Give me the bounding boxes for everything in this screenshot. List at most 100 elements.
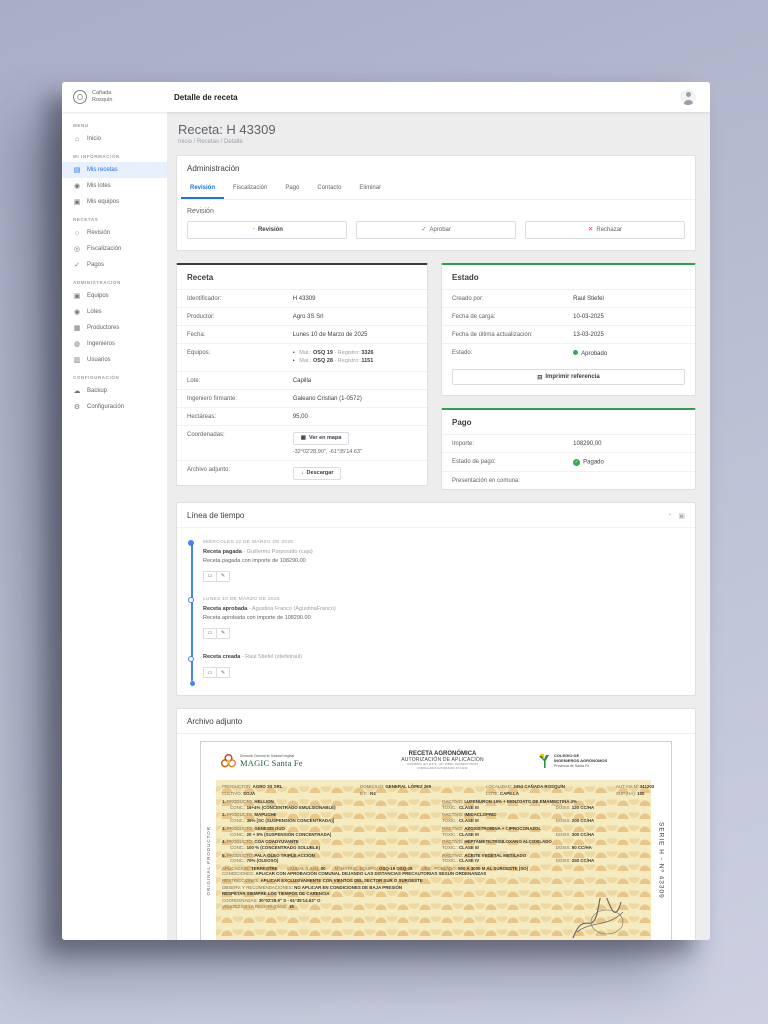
copy-icon[interactable]: ▣ xyxy=(678,512,685,520)
status-badge: Aprobado xyxy=(573,350,607,357)
page-title: Receta: H 43309 xyxy=(178,122,696,137)
sidebar-item-lotes[interactable]: ◉ Lotes xyxy=(62,304,167,320)
tab-fiscalizacion[interactable]: Fiscalización xyxy=(224,180,276,199)
comment-button[interactable]: ▭ xyxy=(203,667,217,678)
row-estado: Estado: Aprobado xyxy=(442,343,695,362)
hectareas-value: 95,00 xyxy=(293,414,308,420)
topbar: CañadaRosquín Detalle de receta xyxy=(62,82,710,112)
truck-icon: ▣ xyxy=(73,293,81,300)
timeline-dot-icon xyxy=(188,656,194,662)
attachment-title: Archivo adjunto xyxy=(177,709,695,734)
equipo-item: Mat.: OSQ 28 - Registro: 1151 xyxy=(293,358,374,364)
brand[interactable]: CañadaRosquín xyxy=(62,90,162,104)
timeline-end-dot-icon xyxy=(190,681,195,686)
timeline-title: Línea de tiempo xyxy=(187,511,244,520)
sidebar-item-inicio[interactable]: ⌂ Inicio xyxy=(62,131,167,147)
sidebar-item-productores[interactable]: ▦ Productores xyxy=(62,320,167,336)
magic-flower-logo-icon xyxy=(220,753,237,770)
sidebar-item-fiscalizacion[interactable]: ◎ Fiscalización xyxy=(62,241,167,257)
row-presentacion: Presentación en comuna: xyxy=(442,471,695,489)
attached-document: ORIGINAL PRODUCTOR xyxy=(200,741,672,941)
paid-check-icon: ✓ xyxy=(573,459,580,466)
sidebar-item-revision[interactable]: ○ Revisión xyxy=(62,225,167,241)
gear-icon: ⚙ xyxy=(73,404,81,411)
attachment-card: Archivo adjunto ORIGINAL PRODUCTOR xyxy=(176,708,696,941)
sidebar-item-mis-lotes[interactable]: ◉ Mis lotes xyxy=(62,178,167,194)
timeline-event: Receta creada xyxy=(203,654,240,660)
creado-por-value: Raul Stiefel xyxy=(573,296,604,302)
timeline-entry: MIÉRCOLES 12 DE MARZO DE 2025 Receta pag… xyxy=(203,540,685,582)
row-lote: Lote: Capilla xyxy=(177,371,427,389)
receta-card-title: Receta xyxy=(177,265,427,289)
place-icon: ◉ xyxy=(73,183,81,190)
doc-products: 1. PRODUCTO: HELLION CONC.: 16+4% (CONCE… xyxy=(222,799,645,864)
fecha-actualizacion-value: 13-03-2025 xyxy=(573,332,604,338)
timeline-date: LUNES 10 DE MARZO DE 2025 xyxy=(203,597,685,602)
user-avatar[interactable] xyxy=(680,89,696,105)
brand-logo-icon xyxy=(73,90,87,104)
doc-product-row: 3. PRODUCTO: GENESIS DUO CONC.: 20 + 8% … xyxy=(222,826,645,838)
edit-button[interactable]: ✎ xyxy=(216,571,230,582)
sidebar-item-ingenieros[interactable]: ◍ Ingenieros xyxy=(62,336,167,352)
comment-button[interactable]: ▭ xyxy=(203,571,217,582)
people-icon: ▥ xyxy=(73,357,81,364)
truck-icon: ▣ xyxy=(73,199,81,206)
doc-product-row: 1. PRODUCTO: HELLION CONC.: 16+4% (CONCE… xyxy=(222,799,645,811)
approve-button[interactable]: ✓ Aprobar xyxy=(356,221,516,239)
doc-fineprint: CONVENIO LEY 11273 - LEY 10838 - DECRETO… xyxy=(348,763,537,770)
timeline-author: - Raul Stiefel (stiefelraul) xyxy=(242,654,302,660)
fecha-value: Lunes 10 de Marzo de 2025 xyxy=(293,332,368,338)
download-button[interactable]: ↓ Descargar xyxy=(293,467,342,480)
timeline-author: - Guillermo Porporatto (caja) xyxy=(243,549,312,555)
revision-button[interactable]: ◔ Revisión xyxy=(187,221,347,239)
radio-icon: ◎ xyxy=(73,246,81,253)
breadcrumb[interactable]: Inicio / Recetas / Detalle xyxy=(178,139,696,145)
sidebar-section-mi-informacion: MI INFORMACIÓN xyxy=(62,147,167,162)
edit-icon: ✎ xyxy=(221,573,225,579)
tab-eliminar[interactable]: Eliminar xyxy=(350,180,390,199)
sidebar-item-pagos[interactable]: ✓ Pagos xyxy=(62,257,167,273)
tab-pago[interactable]: Pago xyxy=(276,180,308,199)
place-icon: ◉ xyxy=(73,309,81,316)
timeline-entry: LUNES 10 DE MARZO DE 2025 Receta aprobad… xyxy=(203,597,685,639)
main-content: Receta: H 43309 Inicio / Recetas / Detal… xyxy=(168,112,710,940)
doc-college: COLEGIO DE INGENIEROS AGRÓNOMOS Provinci… xyxy=(554,753,607,769)
print-reference-button[interactable]: ⊟ Imprimir referencia xyxy=(452,369,685,385)
sidebar-item-mis-equipos[interactable]: ▣ Mis equipos xyxy=(62,194,167,210)
equipo-item: Mat.: OSQ 19 - Registro: 3326 xyxy=(293,350,374,356)
view-map-button[interactable]: ▦ Ver en mapa xyxy=(293,432,350,445)
edit-button[interactable]: ✎ xyxy=(216,628,230,639)
row-hectareas: Hectáreas: 95,00 xyxy=(177,407,427,425)
tab-contacto[interactable]: Contacto xyxy=(308,180,350,199)
row-archivo: Archivo adjunto: ↓ Descargar xyxy=(177,460,427,485)
sidebar-item-mis-recetas[interactable]: ▤ Mis recetas xyxy=(62,162,167,178)
administration-tabs: Revisión Fiscalización Pago Contacto Eli… xyxy=(177,180,695,200)
history-icon[interactable]: ◔ xyxy=(667,512,671,520)
comment-button[interactable]: ▭ xyxy=(203,628,217,639)
timeline-event: Receta pagada xyxy=(203,549,242,555)
check-circle-icon: ✓ xyxy=(73,262,81,269)
row-estado-pago: Estado de pago: ✓Pagado xyxy=(442,452,695,471)
sidebar-item-configuracion[interactable]: ⚙ Configuración xyxy=(62,399,167,415)
timeline-card: Línea de tiempo ◔ ▣ MIÉRCOLES 12 DE MARZ… xyxy=(176,502,696,696)
sidebar-item-backup[interactable]: ☁ Backup xyxy=(62,383,167,399)
row-equipos: Equipos: Mat.: OSQ 19 - Registro: 3326 M… xyxy=(177,343,427,371)
reject-button[interactable]: ✕ Rechazar xyxy=(525,221,685,239)
edit-button[interactable]: ✎ xyxy=(216,667,230,678)
tab-revision[interactable]: Revisión xyxy=(181,180,224,199)
doc-product-row: 4. PRODUCTO: COA COADYUVANTE CONC.: 100 … xyxy=(222,839,645,851)
equipos-list: Mat.: OSQ 19 - Registro: 3326 Mat.: OSQ … xyxy=(293,350,374,364)
row-fecha-actualizacion: Fecha de última actualización: 13-03-202… xyxy=(442,325,695,343)
timeline-author: - Agustina Franco (AgustinaFranco) xyxy=(249,606,336,612)
timeline-date: MIÉRCOLES 12 DE MARZO DE 2025 xyxy=(203,540,685,545)
signature-scribble-icon xyxy=(567,898,629,941)
check-icon: ✓ xyxy=(421,227,426,234)
sidebar-item-equipos[interactable]: ▣ Equipos xyxy=(62,288,167,304)
assignment-icon: ▤ xyxy=(73,167,81,174)
identificador-value: H 43309 xyxy=(293,296,316,302)
doc-brand: MAGIC Santa Fe xyxy=(240,758,303,768)
sidebar-section-configuracion: CONFIGURACIÓN xyxy=(62,368,167,383)
map-icon: ▦ xyxy=(301,435,306,441)
row-ingeniero: Ingeniero firmante: Galeano Cristian (1-… xyxy=(177,389,427,407)
sidebar-item-usuarios[interactable]: ▥ Usuarios xyxy=(62,352,167,368)
